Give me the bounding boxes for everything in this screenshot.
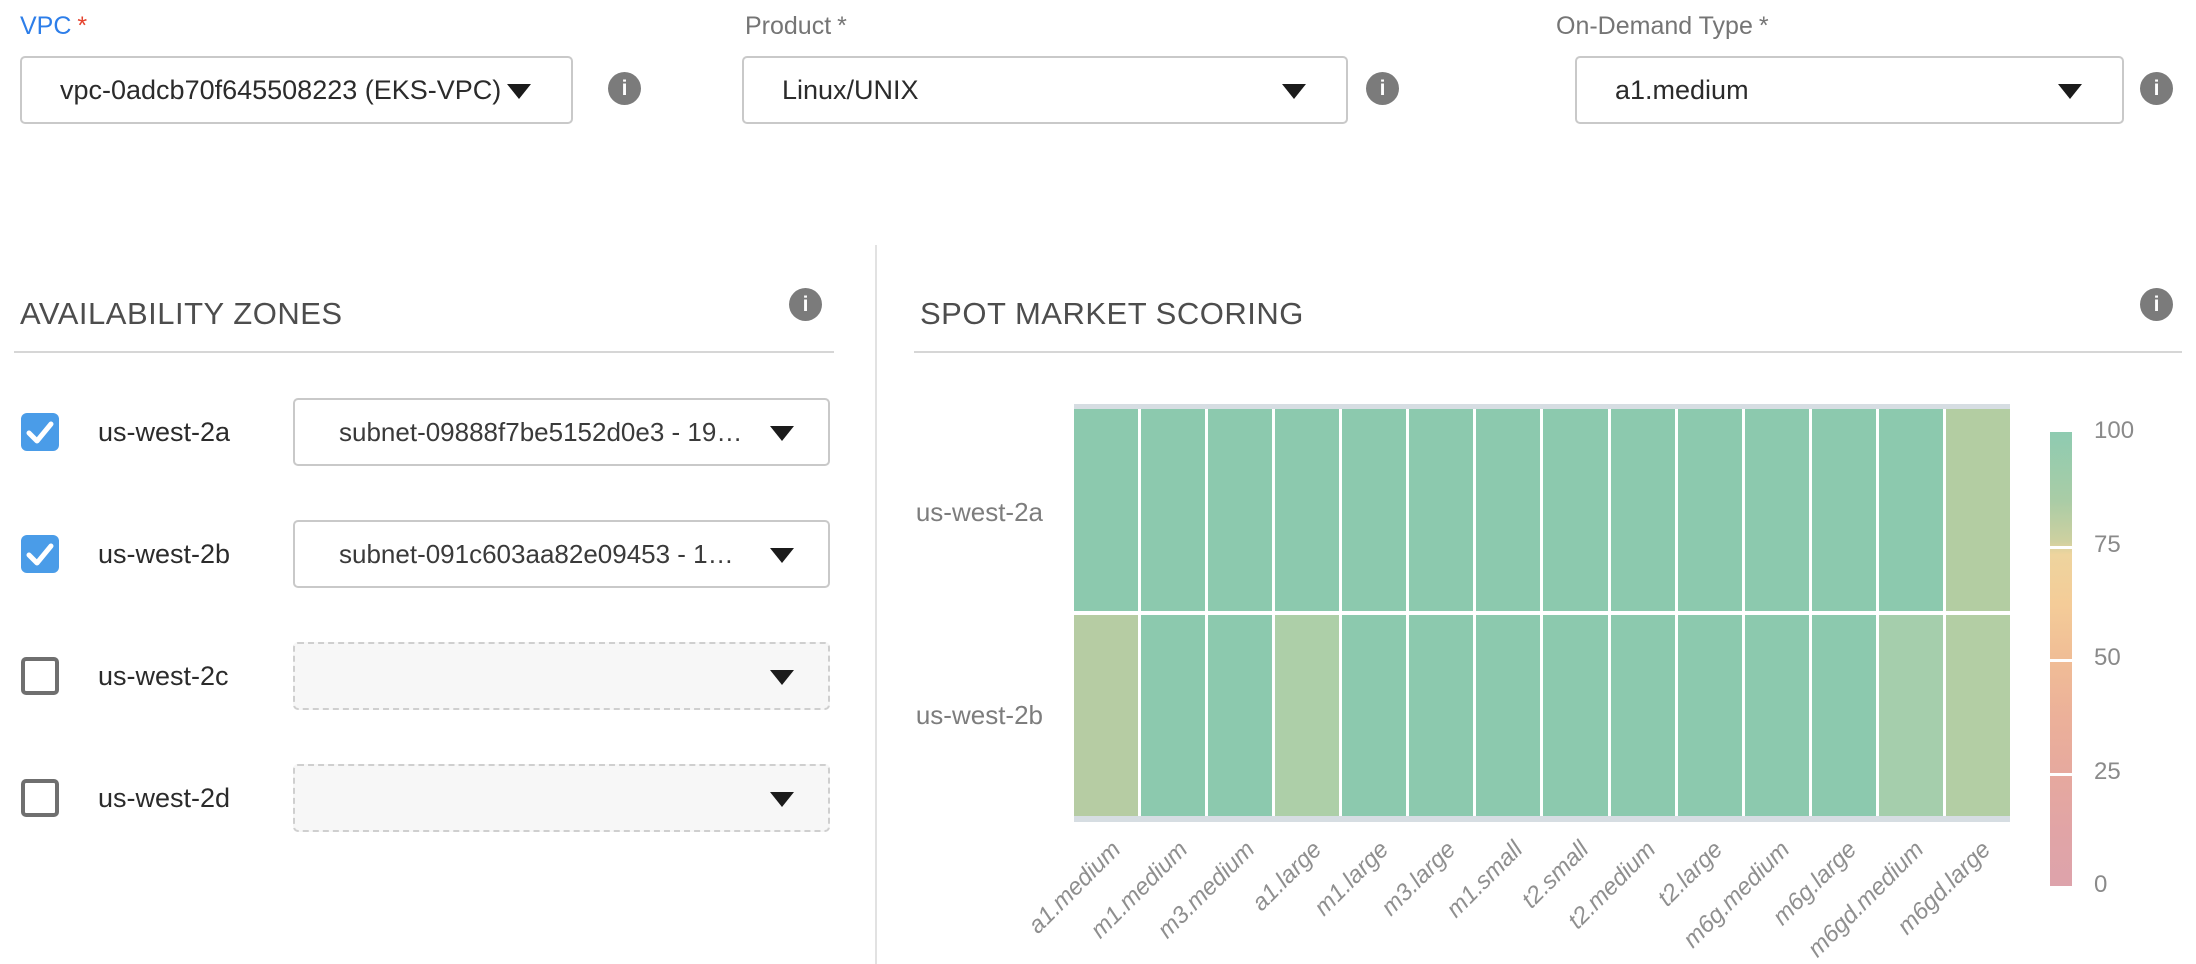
product-select[interactable]: Linux/UNIX bbox=[742, 56, 1348, 124]
heatmap-cell[interactable] bbox=[1946, 615, 2010, 817]
chevron-down-icon bbox=[770, 670, 794, 685]
panel-divider bbox=[875, 245, 877, 964]
product-info-icon[interactable]: i bbox=[1366, 72, 1399, 105]
az-checkbox-us-west-2d[interactable] bbox=[21, 779, 59, 817]
required-asterisk: * bbox=[1759, 12, 1769, 40]
az-zone-label: us-west-2b bbox=[98, 539, 230, 570]
colorbar-tick-label: 75 bbox=[2094, 531, 2164, 559]
spot-market-config-page: VPC* vpc-0adcb70f645508223 (EKS-VPC) i P… bbox=[0, 0, 2196, 964]
heatmap-cell[interactable] bbox=[1342, 409, 1406, 611]
chevron-down-icon bbox=[770, 426, 794, 441]
heatmap-cell[interactable] bbox=[1074, 615, 1138, 817]
on-demand-type-label-text: On-Demand Type bbox=[1556, 12, 1753, 40]
subnet-select-us-west-2c[interactable] bbox=[293, 642, 830, 710]
az-checkbox-us-west-2a[interactable] bbox=[21, 413, 59, 451]
heatmap-cell[interactable] bbox=[1074, 409, 1138, 611]
heatmap-cell[interactable] bbox=[1879, 409, 1943, 611]
heatmap-cell[interactable] bbox=[1141, 409, 1205, 611]
required-asterisk: * bbox=[77, 12, 87, 40]
divider bbox=[914, 351, 2182, 353]
az-checkbox-us-west-2b[interactable] bbox=[21, 535, 59, 573]
availability-zones-info-icon[interactable]: i bbox=[789, 288, 822, 321]
subnet-select-value: subnet-091c603aa82e09453 - 192.168… bbox=[295, 539, 828, 570]
heatmap-cell[interactable] bbox=[1611, 409, 1675, 611]
heatmap-cell[interactable] bbox=[1208, 409, 1272, 611]
subnet-select-us-west-2b[interactable]: subnet-091c603aa82e09453 - 192.168… bbox=[293, 520, 830, 588]
spot-market-scoring-title: SPOT MARKET SCORING bbox=[920, 296, 1304, 332]
colorbar-tick-label: 25 bbox=[2094, 758, 2164, 786]
heatmap-cell[interactable] bbox=[1879, 615, 1943, 817]
colorbar-tick-label: 50 bbox=[2094, 644, 2164, 672]
divider bbox=[14, 351, 834, 353]
az-zone-label: us-west-2c bbox=[98, 661, 229, 692]
heatmap-cell[interactable] bbox=[1745, 615, 1809, 817]
product-label-text: Product bbox=[745, 12, 831, 40]
on-demand-type-select[interactable]: a1.medium bbox=[1575, 56, 2124, 124]
chevron-down-icon bbox=[2058, 84, 2082, 99]
heatmap-cell[interactable] bbox=[1476, 409, 1540, 611]
colorbar-tick-label: 0 bbox=[2094, 871, 2164, 899]
colorbar-separator bbox=[2050, 546, 2072, 549]
heatmap-cell[interactable] bbox=[1678, 409, 1742, 611]
vpc-label-text: VPC bbox=[20, 12, 71, 40]
colorbar-separator bbox=[2050, 773, 2072, 776]
heatmap-cell[interactable] bbox=[1812, 615, 1876, 817]
heatmap-row-label-us-west-2b: us-west-2b bbox=[873, 700, 1043, 731]
product-select-value: Linux/UNIX bbox=[744, 75, 1346, 106]
subnet-select-us-west-2d[interactable] bbox=[293, 764, 830, 832]
heatmap-cell[interactable] bbox=[1409, 615, 1473, 817]
required-asterisk: * bbox=[837, 12, 847, 40]
colorbar-separator bbox=[2050, 659, 2072, 662]
heatmap-cell[interactable] bbox=[1476, 615, 1540, 817]
heatmap-cell[interactable] bbox=[1678, 615, 1742, 817]
colorbar-tick-label: 100 bbox=[2094, 417, 2164, 445]
chevron-down-icon bbox=[1282, 84, 1306, 99]
vpc-select-value: vpc-0adcb70f645508223 (EKS-VPC) bbox=[22, 75, 571, 106]
az-zone-label: us-west-2a bbox=[98, 417, 230, 448]
spot-score-heatmap bbox=[1074, 409, 2010, 816]
az-zone-label: us-west-2d bbox=[98, 783, 230, 814]
heatmap-row-label-us-west-2a: us-west-2a bbox=[873, 497, 1043, 528]
heatmap-cell[interactable] bbox=[1543, 615, 1607, 817]
on-demand-type-info-icon[interactable]: i bbox=[2140, 72, 2173, 105]
heatmap-cell[interactable] bbox=[1141, 615, 1205, 817]
chevron-down-icon bbox=[770, 548, 794, 563]
product-field-label: Product* bbox=[745, 12, 847, 41]
check-icon bbox=[21, 535, 59, 573]
heatmap-cell[interactable] bbox=[1812, 409, 1876, 611]
subnet-select-us-west-2a[interactable]: subnet-09888f7be5152d0e3 - 192.168… bbox=[293, 398, 830, 466]
availability-zones-title: AVAILABILITY ZONES bbox=[20, 296, 343, 332]
vpc-field-label: VPC* bbox=[20, 12, 87, 41]
score-colorbar bbox=[2050, 432, 2072, 886]
heatmap-cell[interactable] bbox=[1275, 615, 1339, 817]
vpc-info-icon[interactable]: i bbox=[608, 72, 641, 105]
chevron-down-icon bbox=[507, 84, 531, 99]
subnet-select-value: subnet-09888f7be5152d0e3 - 192.168… bbox=[295, 417, 828, 448]
heatmap-cell[interactable] bbox=[1409, 409, 1473, 611]
heatmap-cell[interactable] bbox=[1611, 615, 1675, 817]
vpc-select[interactable]: vpc-0adcb70f645508223 (EKS-VPC) bbox=[20, 56, 573, 124]
chevron-down-icon bbox=[770, 792, 794, 807]
heatmap-cell[interactable] bbox=[1543, 409, 1607, 611]
heatmap-cell[interactable] bbox=[1208, 615, 1272, 817]
heatmap-cell[interactable] bbox=[1275, 409, 1339, 611]
heatmap-cell[interactable] bbox=[1745, 409, 1809, 611]
on-demand-type-select-value: a1.medium bbox=[1577, 75, 2122, 106]
spot-market-scoring-info-icon[interactable]: i bbox=[2140, 288, 2173, 321]
heatmap-cell[interactable] bbox=[1342, 615, 1406, 817]
on-demand-type-field-label: On-Demand Type* bbox=[1556, 12, 1769, 41]
heatmap-bottom-edge bbox=[1074, 816, 2010, 822]
heatmap-cell[interactable] bbox=[1946, 409, 2010, 611]
check-icon bbox=[21, 413, 59, 451]
az-checkbox-us-west-2c[interactable] bbox=[21, 657, 59, 695]
